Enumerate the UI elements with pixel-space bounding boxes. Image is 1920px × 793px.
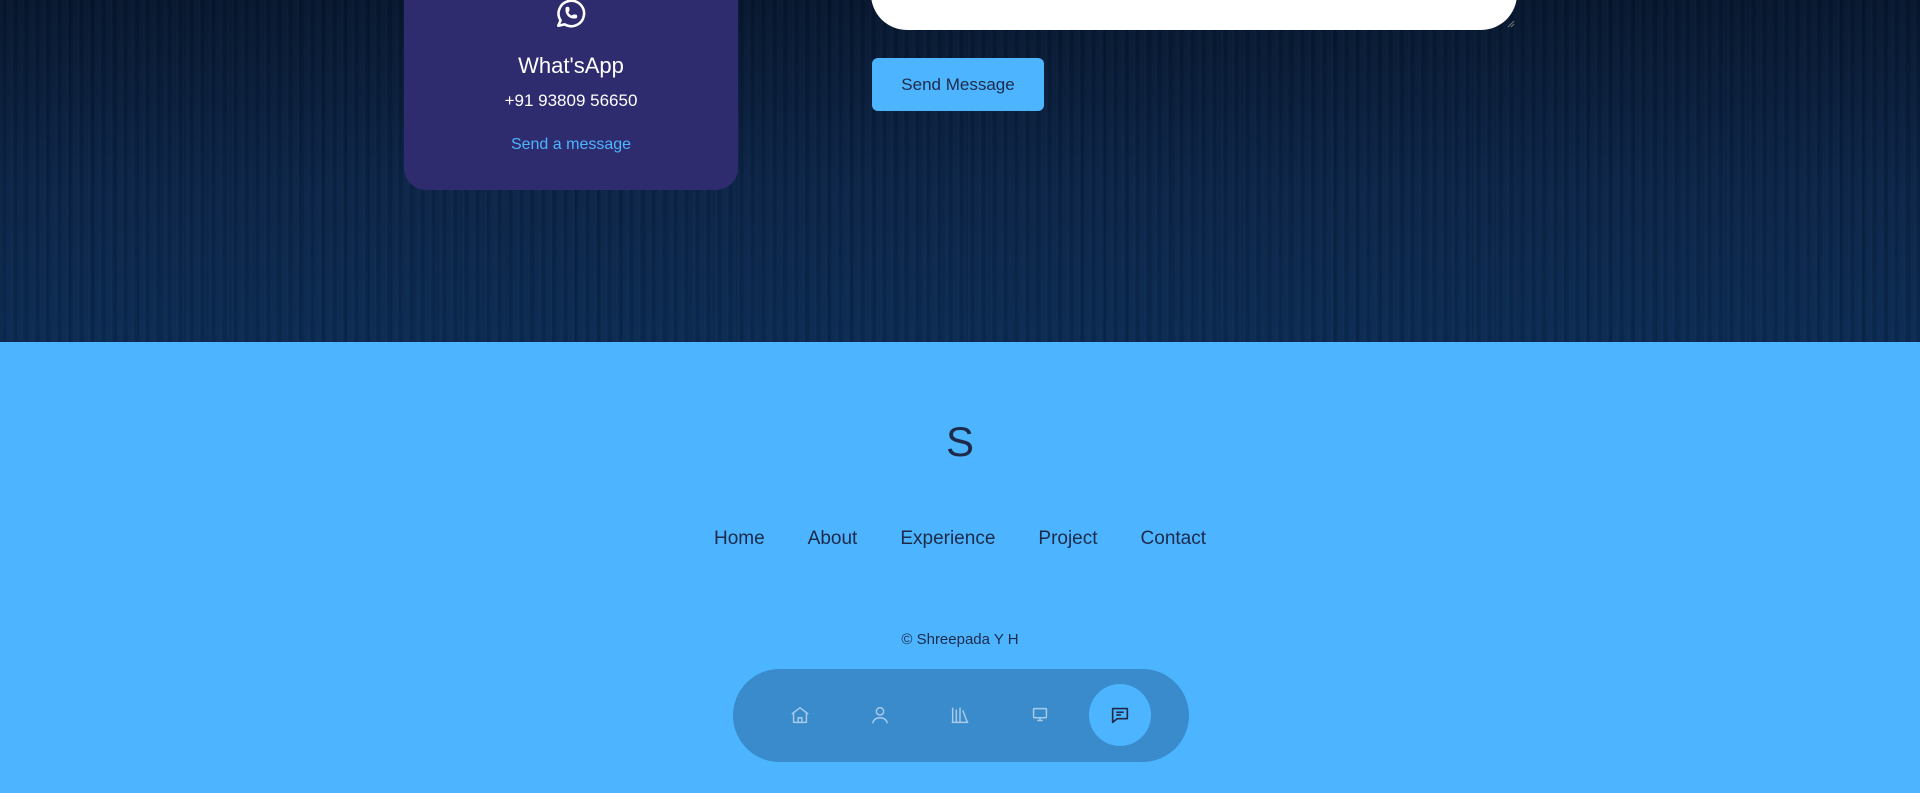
footer-link-home[interactable]: Home [714, 528, 765, 550]
nav-contact[interactable] [1089, 684, 1151, 746]
footer-link-project[interactable]: Project [1038, 528, 1097, 550]
whatsapp-send-link[interactable]: Send a message [404, 136, 738, 154]
monitor-icon [1032, 707, 1048, 722]
copyright: © Shreepada Y H [901, 631, 1019, 648]
footer-link-experience[interactable]: Experience [900, 528, 995, 550]
books-icon [951, 707, 969, 724]
footer-link-contact[interactable]: Contact [1141, 528, 1206, 550]
message-icon [1111, 707, 1129, 724]
nav-project[interactable] [1009, 684, 1071, 746]
nav-home[interactable] [769, 684, 831, 746]
footer: S Home About Experience Project Contact … [0, 342, 1920, 793]
whatsapp-card: What'sApp +91 93809 56650 Send a message [404, 0, 738, 190]
whatsapp-phone: +91 93809 56650 [504, 91, 638, 110]
footer-logo[interactable]: S [0, 418, 1920, 466]
footer-link-about[interactable]: About [808, 528, 858, 550]
send-message-button[interactable]: Send Message [872, 58, 1044, 111]
bottom-nav [733, 669, 1189, 762]
whatsapp-title: What'sApp [518, 53, 624, 78]
whatsapp-icon [556, 0, 586, 28]
resize-grip-icon[interactable] [1507, 20, 1515, 28]
user-icon [871, 706, 889, 724]
message-textarea[interactable] [871, 0, 1517, 30]
footer-links: Home About Experience Project Contact [0, 528, 1920, 550]
contact-section: What'sApp +91 93809 56650 Send a message… [0, 0, 1920, 342]
home-icon [791, 706, 809, 724]
nav-experience[interactable] [929, 684, 991, 746]
nav-about[interactable] [849, 684, 911, 746]
